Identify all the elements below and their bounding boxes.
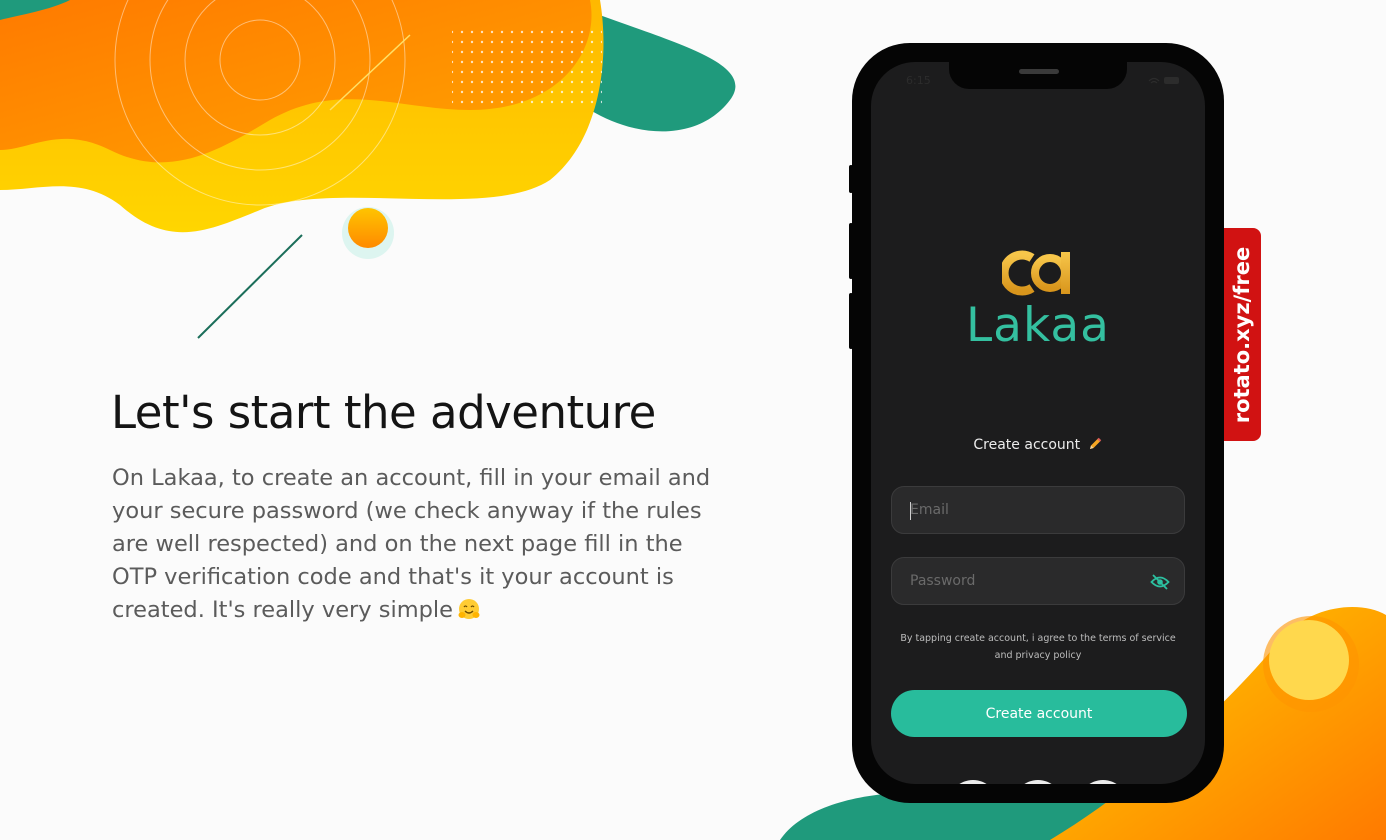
volume-up-button (849, 223, 853, 279)
phone-speaker (1019, 69, 1059, 74)
description-body: On Lakaa, to create an account, fill in … (112, 465, 711, 623)
hugging-face-emoji-icon (458, 599, 480, 619)
create-account-title: Create account (871, 436, 1205, 453)
mute-switch (849, 165, 853, 193)
volume-down-button (849, 293, 853, 349)
brand-name: Lakaa (966, 298, 1110, 353)
google-icon[interactable] (948, 780, 998, 784)
create-account-button[interactable]: Create account (891, 690, 1187, 737)
text-cursor (910, 502, 911, 520)
twitter-icon[interactable] (1078, 780, 1128, 784)
pencil-emoji-icon (1089, 437, 1101, 449)
phone-mockup: 6:15 Lakaa Create account Email By tappi… (849, 43, 1224, 803)
page-title: Let's start the adventure (111, 386, 656, 439)
email-field[interactable] (891, 486, 1185, 534)
password-field[interactable] (891, 557, 1185, 605)
description-text: On Lakaa, to create an account, fill in … (112, 462, 712, 627)
phone-notch (949, 62, 1127, 89)
create-account-title-text: Create account (973, 437, 1081, 453)
facebook-icon[interactable] (1013, 780, 1063, 784)
phone-screen: 6:15 Lakaa Create account Email By tappi… (871, 62, 1205, 784)
status-time: 6:15 (906, 74, 931, 87)
watermark-text: rotato.xyz/free (1230, 246, 1254, 424)
email-input[interactable] (910, 487, 1140, 533)
lakaa-logo-icon (1002, 250, 1070, 296)
password-input[interactable] (910, 558, 1140, 604)
status-icons (1148, 77, 1179, 84)
eye-off-icon[interactable] (1150, 573, 1170, 591)
terms-text: By tapping create account, i agree to th… (900, 633, 1176, 661)
